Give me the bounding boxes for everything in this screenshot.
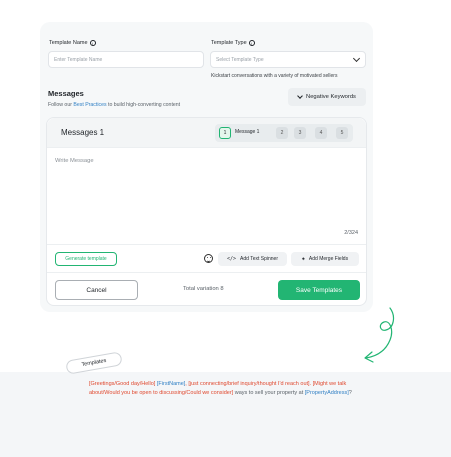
editor-header: Messages 1 1 Message 1 2 3 4 5 [47,118,366,148]
template-example-text: [Greetings/Good day/Hello] [FirstName], … [89,381,352,396]
chevron-down-icon [297,93,303,99]
template-type-select[interactable]: Select Template Type [210,51,366,68]
code-icon: </> [226,256,237,262]
cancel-button[interactable]: Cancel [55,280,138,300]
editor-title: Messages 1 [61,128,105,137]
divider [47,244,366,245]
active-tab-label: Message 1 [235,129,260,135]
generate-template-button[interactable]: Generate template [55,252,117,266]
message-textarea[interactable]: Write Message [55,158,94,164]
tab-message-4[interactable]: 4 [315,127,327,139]
template-name-input[interactable]: Enter Template Name [48,51,204,68]
divider [47,272,366,273]
save-templates-button[interactable]: Save Templates [278,280,360,300]
curly-arrow-icon [364,307,395,363]
messages-heading: Messages [48,89,84,98]
layers-icon: ◈ [301,256,305,262]
best-practices-link[interactable]: Best Practices [73,102,106,108]
char-count: 2/324 [344,230,358,236]
tab-message-5[interactable]: 5 [336,127,348,139]
info-icon[interactable]: i [89,40,96,46]
message-tabs: 1 Message 1 2 3 4 5 [215,124,353,142]
chevron-down-icon [352,54,361,63]
tab-message-2[interactable]: 2 [276,127,288,139]
best-practices-note: Follow our Best Practices to build high-… [48,102,181,108]
template-type-hint: Kickstart conversations with a variety o… [211,73,338,79]
tab-message-3[interactable]: 3 [294,127,306,139]
total-variation: Total variation 8 [183,286,224,292]
template-name-label: Template Name i [49,40,96,46]
negative-keywords-button[interactable]: Negative Keywords [288,88,366,106]
info-icon[interactable]: i [248,40,255,46]
tab-message-1[interactable]: 1 [219,127,231,139]
add-text-spinner-button[interactable]: </> Add Text Spinner [218,252,287,266]
add-merge-fields-button[interactable]: ◈ Add Merge Fields [291,252,359,266]
message-editor: Messages 1 1 Message 1 2 3 4 5 Write Mes… [46,117,367,306]
template-type-label: Template Type i [211,40,255,46]
emoji-icon[interactable] [204,254,213,263]
